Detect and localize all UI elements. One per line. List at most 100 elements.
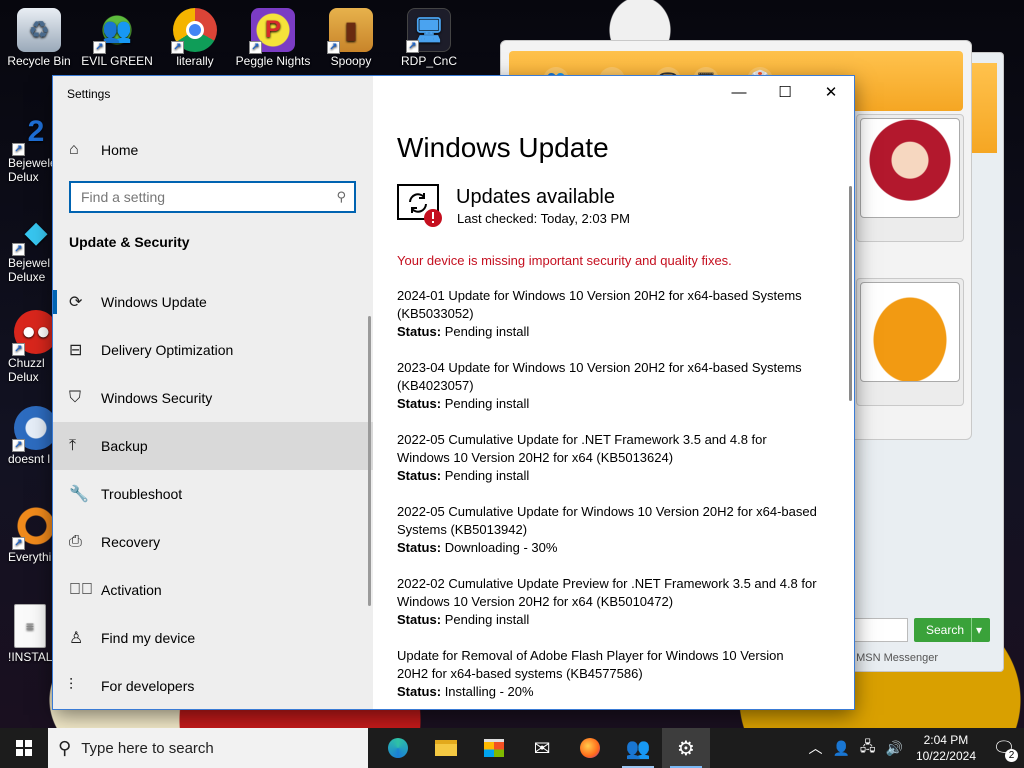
settings-search-box[interactable]: ⚲	[69, 181, 356, 213]
messenger-tray-icon[interactable]: 👤	[827, 740, 854, 757]
everything-search-icon: ↗	[12, 504, 58, 550]
nav-label: For developers	[101, 678, 195, 694]
last-checked-text: Last checked: Today, 2:03 PM	[457, 211, 630, 226]
taskbar-search-placeholder: Type here to search	[81, 739, 214, 757]
update-item: 2023-04 Update for Windows 10 Version 20…	[397, 359, 817, 431]
update-status-icon	[397, 184, 442, 227]
settings-window: Settings ⌂ Home ⚲ Update & Security ⟳ Wi…	[53, 76, 854, 709]
search-icon: ⚲	[58, 737, 72, 758]
firefox-icon	[580, 738, 600, 758]
desktop-icon-recycle-bin[interactable]: ♻ Recycle Bin	[0, 4, 78, 68]
file-explorer-icon	[435, 740, 457, 756]
update-name: 2022-05 Cumulative Update for Windows 10…	[397, 504, 817, 537]
taskbar-edge[interactable]	[374, 728, 422, 768]
windows-logo-icon	[16, 740, 32, 756]
taskbar-search[interactable]: ⚲ Type here to search	[48, 728, 368, 768]
nav-home[interactable]: ⌂ Home	[53, 126, 373, 174]
update-item: Update for Removal of Adobe Flash Player…	[397, 647, 817, 709]
nav-backup[interactable]: ⤒ Backup	[53, 422, 373, 470]
recycle-bin-icon: ♻	[17, 8, 61, 52]
update-name: Update for Removal of Adobe Flash Player…	[397, 648, 784, 681]
search-icon[interactable]: ⚲	[336, 189, 346, 205]
desktop-icon-rdp-cnc[interactable]: ↗ 🖥 RDP_CnC	[390, 4, 468, 68]
taskbar-microsoft-store[interactable]	[470, 728, 518, 768]
taskbar-firefox[interactable]	[566, 728, 614, 768]
developer-sliders-icon: ⫶	[69, 677, 74, 694]
chuzzle-icon: ↗ ●●	[12, 310, 58, 356]
window-title: Settings	[67, 87, 111, 101]
nav-label: Find my device	[101, 630, 196, 646]
microsoft-store-icon	[484, 739, 504, 757]
activation-check-icon: ✓⃝	[69, 581, 93, 598]
page-title: Windows Update	[397, 132, 609, 163]
messenger-search-input[interactable]	[850, 618, 908, 642]
desktop-icon-spoopy[interactable]: ↗ ▮ Spoopy	[312, 4, 390, 68]
maximize-button[interactable]: ☐	[762, 76, 808, 108]
chevron-up-icon[interactable]: ︿	[803, 738, 827, 758]
status-heading: Updates available	[456, 186, 615, 208]
nav-find-my-device[interactable]: ♙ Find my device	[53, 614, 373, 662]
nav-label: Recovery	[101, 534, 161, 550]
desktop-icon-peggle-nights[interactable]: ↗ P Peggle Nights	[234, 4, 312, 68]
update-item: 2024-01 Update for Windows 10 Version 20…	[397, 287, 817, 359]
network-icon[interactable]: 🖧	[855, 736, 881, 760]
main-scrollbar[interactable]	[849, 186, 852, 401]
find-device-person-icon: ♙	[69, 630, 84, 647]
my-avatar[interactable]	[860, 282, 960, 382]
taskbar-file-explorer[interactable]	[422, 728, 470, 768]
sync-icon: ⟳	[69, 294, 83, 311]
wrench-icon: 🔧	[69, 486, 89, 503]
status-label: Status:	[397, 324, 442, 339]
close-button[interactable]: ✕	[808, 76, 854, 108]
update-status: Downloading - 30%	[444, 540, 558, 555]
diamond-icon: ↗ ◆	[12, 210, 58, 256]
taskbar-mail[interactable]: ✉	[518, 728, 566, 768]
nav-recovery[interactable]: ⎙ Recovery	[53, 518, 373, 566]
taskbar: ⚲ Type here to search ✉ 👥 ⚙ ︿ 👤 🖧 🔊 2:04…	[0, 728, 1024, 768]
sidebar-scrollbar[interactable]	[368, 316, 371, 606]
contact-avatar[interactable]	[860, 118, 960, 218]
nav-for-developers[interactable]: ⫶ For developers	[53, 662, 373, 709]
settings-search-input[interactable]	[81, 189, 337, 205]
delivery-optimization-icon: ⊟	[69, 342, 83, 359]
desktop-icon-evil-green[interactable]: ↗ 👥 EVIL GREEN	[78, 4, 156, 68]
messenger-people-icon: 👥	[625, 737, 651, 760]
update-name: 2023-04 Update for Windows 10 Version 20…	[397, 360, 802, 393]
nav-troubleshoot[interactable]: 🔧 Troubleshoot	[53, 470, 373, 518]
nav-label: Activation	[101, 582, 162, 598]
taskbar-clock[interactable]: 2:04 PM 10/22/2024	[908, 732, 984, 764]
edge-icon	[388, 738, 408, 758]
start-button[interactable]	[0, 728, 48, 768]
update-item: 2022-02 Cumulative Update Preview for .N…	[397, 575, 817, 647]
taskbar-settings[interactable]: ⚙	[662, 728, 710, 768]
update-item: 2022-05 Cumulative Update for Windows 10…	[397, 503, 817, 575]
nav-windows-security[interactable]: ⛉ Windows Security	[53, 374, 373, 422]
action-center-button[interactable]: 🗨 2	[984, 728, 1024, 768]
update-status: Pending install	[444, 468, 530, 483]
update-name: 2022-05 Cumulative Update for .NET Frame…	[397, 432, 767, 465]
desktop-icon-literally[interactable]: ↗ literally	[156, 4, 234, 68]
home-icon: ⌂	[69, 141, 79, 158]
notification-badge: 2	[1005, 749, 1018, 762]
peggle-icon: ↗ P	[249, 8, 295, 54]
nav-label: Backup	[101, 438, 148, 454]
volume-icon[interactable]: 🔊	[881, 740, 908, 757]
mail-icon: ✉	[533, 737, 551, 760]
nav-activation[interactable]: ✓⃝ Activation	[53, 566, 373, 614]
folder-icon: ↗ ▮	[327, 8, 373, 54]
clock-date: 10/22/2024	[915, 749, 976, 763]
nav-delivery-optimization[interactable]: ⊟ Delivery Optimization	[53, 326, 373, 374]
nav-windows-update[interactable]: ⟳ Windows Update	[53, 278, 373, 326]
nav-label: Delivery Optimization	[101, 342, 234, 358]
update-list: 2024-01 Update for Windows 10 Version 20…	[397, 287, 817, 709]
taskbar-messenger[interactable]: 👥	[614, 728, 662, 768]
nav-home-label: Home	[101, 142, 139, 158]
shield-icon: ⛉	[69, 389, 82, 406]
status-label: Status:	[397, 684, 442, 699]
section-heading: Update & Security	[69, 234, 190, 250]
minimize-button[interactable]: —	[716, 76, 762, 108]
settings-sidebar: Settings ⌂ Home ⚲ Update & Security ⟳ Wi…	[53, 76, 373, 709]
update-name: 2024-01 Update for Windows 10 Version 20…	[397, 288, 802, 321]
messenger-footer-text: f MSN Messenger	[850, 652, 939, 664]
messenger-search-button[interactable]: Search	[914, 618, 990, 642]
